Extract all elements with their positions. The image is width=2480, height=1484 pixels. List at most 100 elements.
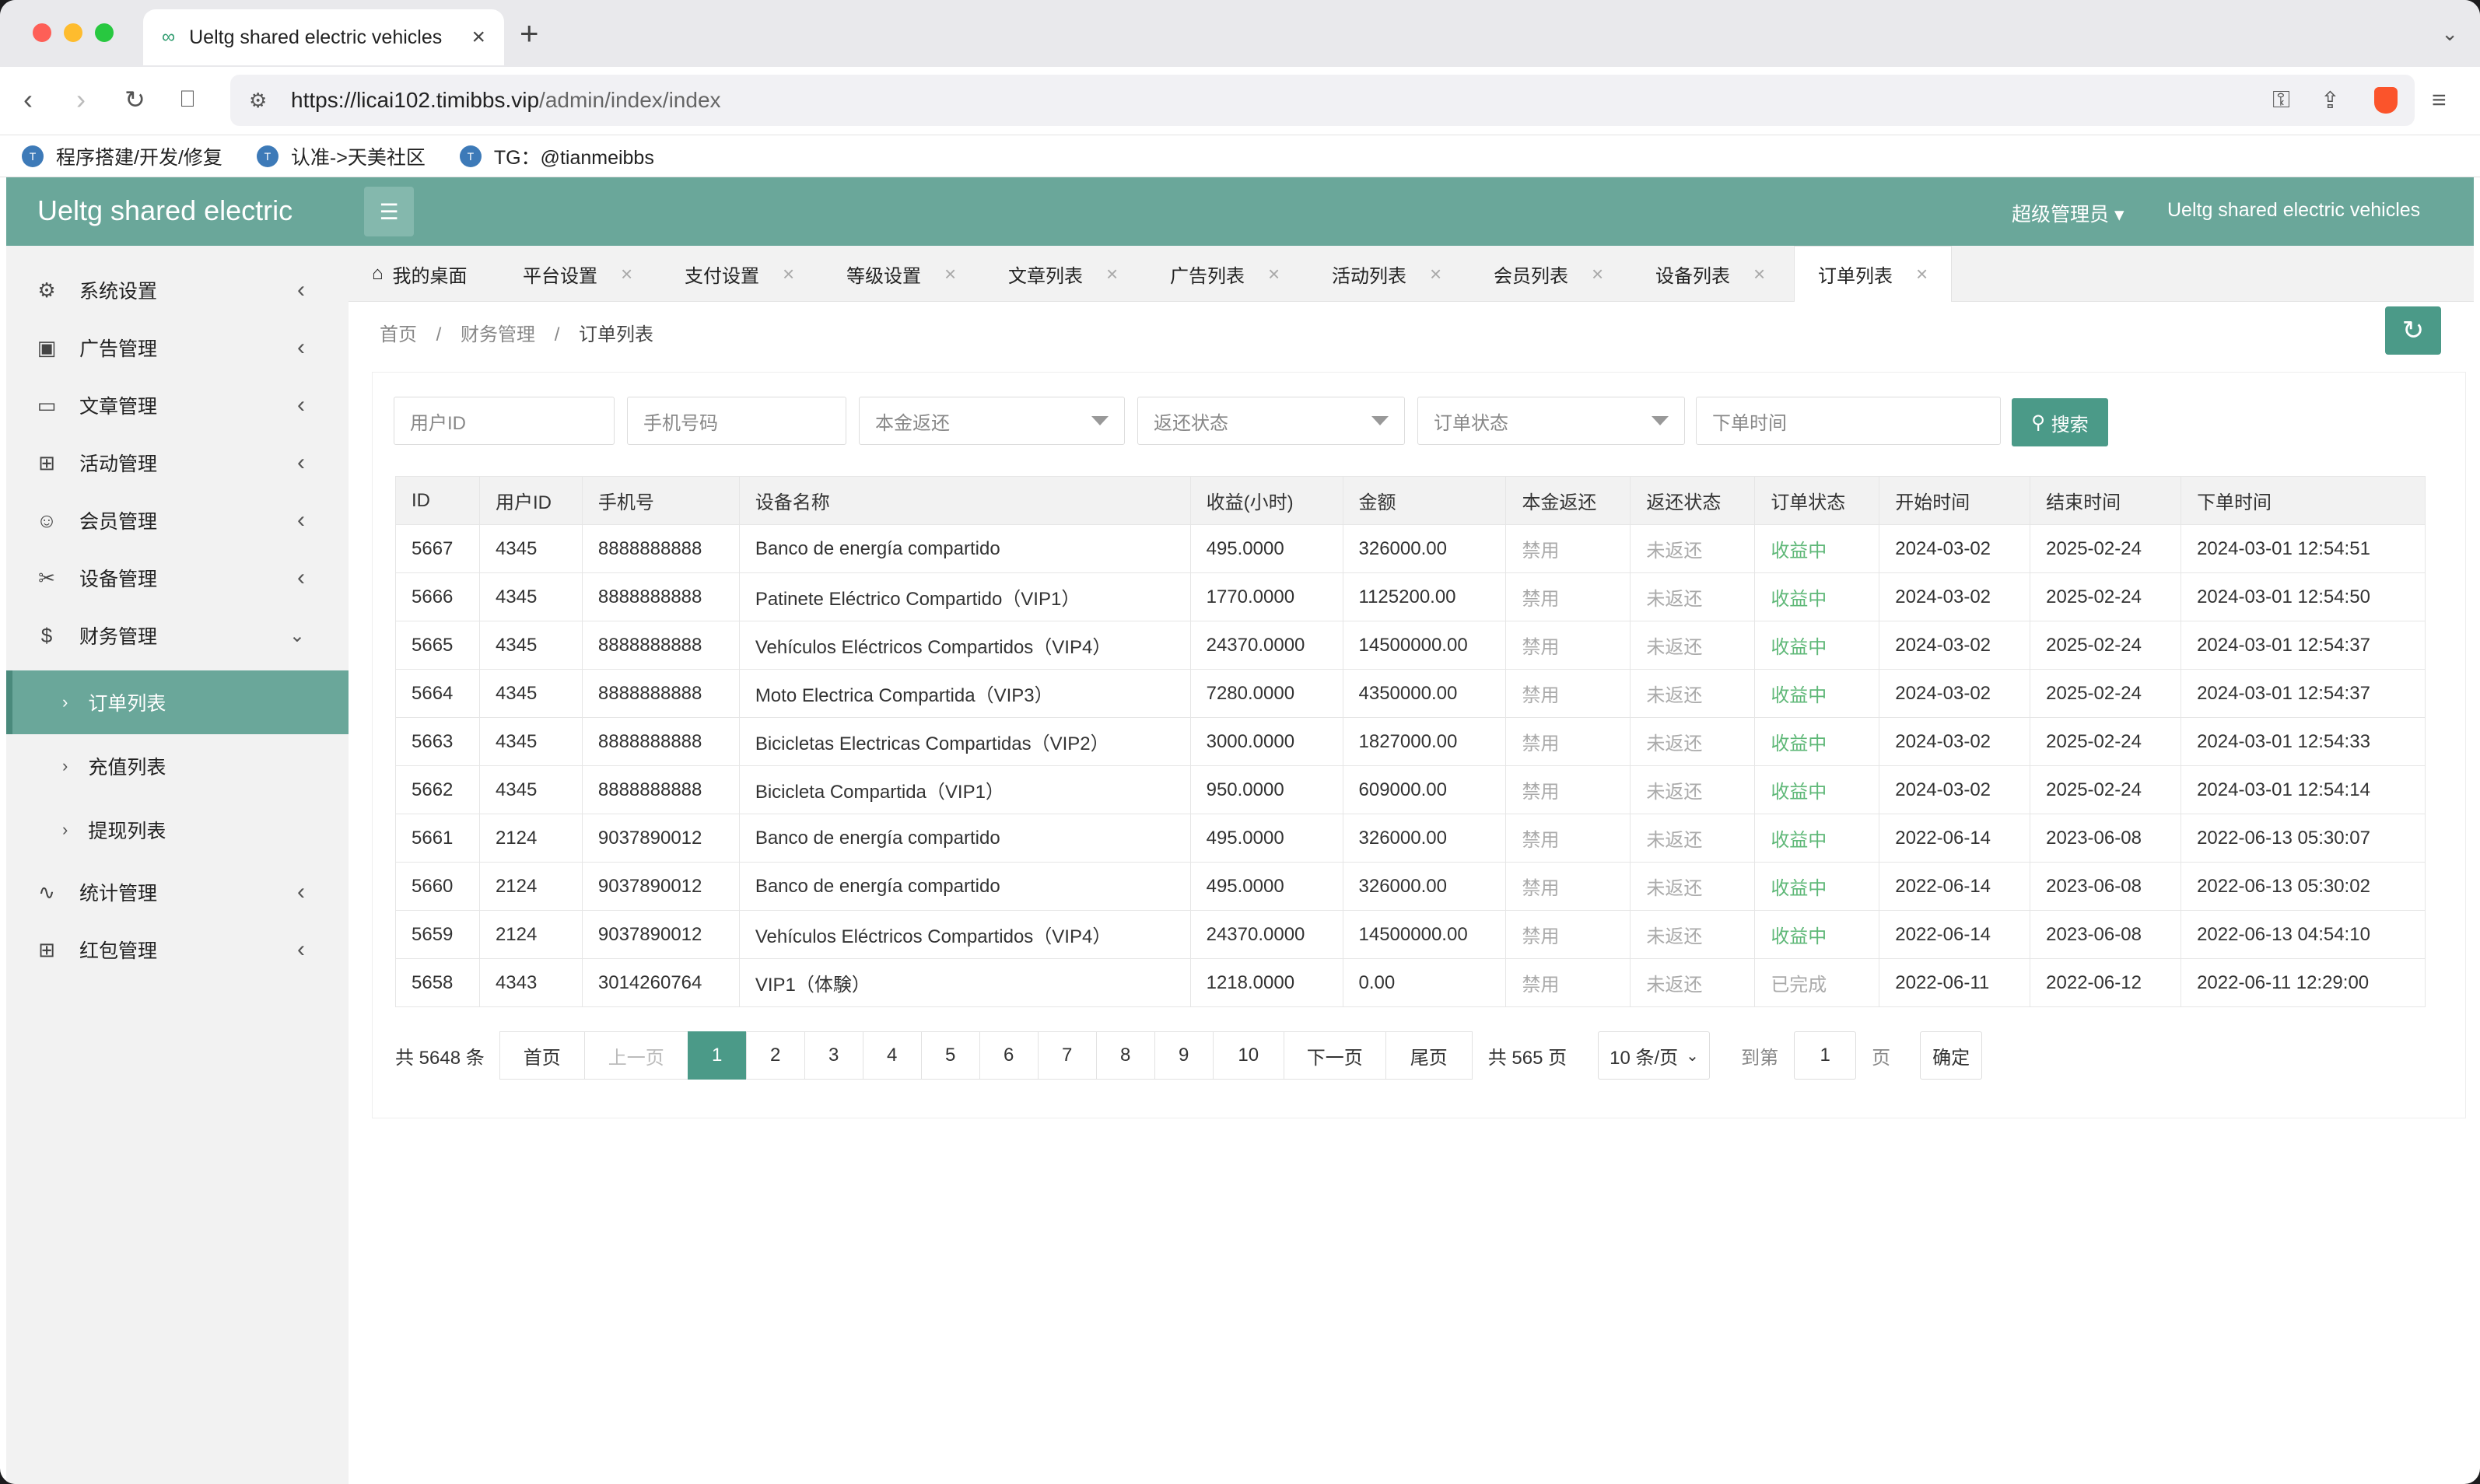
close-icon[interactable]: × [783, 262, 794, 286]
toggle-sidebar-button[interactable]: ☰ [364, 187, 414, 236]
pagination: 共 5648 条 首页 上一页 1 2 3 4 5 6 7 8 9 10 下一页 尾页 共 565… [395, 1031, 1983, 1080]
bookmark-icon[interactable]: ⎕ [180, 82, 194, 117]
goto-page-input[interactable]: 1 [1794, 1031, 1857, 1080]
page-number-button[interactable]: 7 [1037, 1031, 1097, 1080]
confirm-page-button[interactable]: 确定 [1920, 1031, 1983, 1080]
table-cell: 2025-02-24 [2030, 572, 2182, 621]
page-number-button[interactable]: 6 [979, 1031, 1039, 1080]
sidebar-subitem-recharge[interactable]: › 充值列表 [6, 734, 349, 798]
phone-input[interactable]: 手机号码 [627, 397, 846, 445]
table-cell: 收益中 [1754, 572, 1880, 621]
next-page-button[interactable]: 下一页 [1283, 1031, 1386, 1080]
page-number-button[interactable]: 2 [745, 1031, 805, 1080]
tab-ad-list[interactable]: 广告列表 × [1170, 246, 1280, 302]
table-cell: 禁用 [1505, 814, 1631, 863]
tab-activity-list[interactable]: 活动列表 × [1332, 246, 1441, 302]
sidebar-subitem-withdraw[interactable]: › 提现列表 [6, 798, 349, 862]
order-time-input[interactable]: 下单时间 [1696, 397, 2001, 445]
sidebar-item-ads[interactable]: ▣ 广告管理 ‹ [6, 319, 349, 376]
sidebar-subitem-orders[interactable]: › 订单列表 [6, 670, 349, 734]
page-number-button[interactable]: 1 [687, 1031, 747, 1080]
table-cell: 2022-06-13 04:54:10 [2181, 910, 2426, 959]
table-cell: 未返还 [1630, 572, 1756, 621]
close-icon[interactable]: × [1106, 262, 1118, 286]
tab-order-list[interactable]: 订单列表 × [1794, 246, 1953, 302]
table-cell: Vehículos Eléctricos Compartidos（VIP4） [738, 910, 1191, 959]
breadcrumb: 首页 / 财务管理 / 订单列表 [380, 324, 654, 345]
sidebar-item-redpacket[interactable]: ⊞ 红包管理 ‹ [6, 921, 349, 978]
tab-level-settings[interactable]: 等级设置 × [846, 246, 956, 302]
table-cell: 2124 [478, 910, 583, 959]
breadcrumb-home[interactable]: 首页 [380, 324, 417, 345]
site-name-link[interactable]: Ueltg shared electric vehicles [2167, 199, 2420, 222]
sidebar-item-members[interactable]: ☺ 会员管理 ‹ [6, 492, 349, 549]
brave-shield-icon[interactable] [2374, 87, 2398, 114]
page-number-button[interactable]: 4 [862, 1031, 922, 1080]
bookmark-item[interactable]: T 认准->天美社区 [256, 142, 426, 170]
forward-arrow-icon[interactable]: › [76, 82, 86, 117]
principal-return-select[interactable]: 本金返还 [859, 397, 1125, 445]
address-bar[interactable]: ⚙ https://licai102.timibbs.vip/admin/ind… [230, 75, 2415, 126]
close-icon[interactable]: × [944, 262, 956, 286]
table-cell: 2024-03-02 [1879, 572, 2031, 621]
search-button[interactable]: ⚲ 搜索 [2012, 398, 2108, 446]
tab-platform-settings[interactable]: 平台设置 × [523, 246, 632, 302]
home-icon: ⌂ [372, 263, 384, 284]
bookmark-item[interactable]: T 程序搭建/开发/修复 [22, 142, 222, 170]
last-page-button[interactable]: 尾页 [1385, 1031, 1473, 1080]
reload-icon[interactable]: ↻ [124, 82, 145, 117]
sidebar-item-finance[interactable]: $ 财务管理 ⌄ [6, 607, 349, 664]
close-window-button[interactable] [33, 23, 51, 42]
breadcrumb-finance[interactable]: 财务管理 [461, 324, 535, 345]
user-menu[interactable]: 超级管理员 ▾ [2012, 199, 2124, 227]
return-status-select[interactable]: 返还状态 [1137, 397, 1405, 445]
prev-page-button[interactable]: 上一页 [583, 1031, 688, 1080]
tab-payment-settings[interactable]: 支付设置 × [685, 246, 794, 302]
zoom-window-button[interactable] [95, 23, 114, 42]
close-icon[interactable]: × [621, 262, 632, 286]
page-number-button[interactable]: 9 [1154, 1031, 1214, 1080]
sidebar-item-system[interactable]: ⚙ 系统设置 ‹ [6, 261, 349, 319]
sidebar-item-articles[interactable]: ▭ 文章管理 ‹ [6, 376, 349, 434]
user-id-input[interactable]: 用户ID [394, 397, 615, 445]
order-status-select[interactable]: 订单状态 [1417, 397, 1685, 445]
page-number-button[interactable]: 5 [920, 1031, 980, 1080]
page-number-button[interactable]: 3 [804, 1031, 863, 1080]
bookmark-item[interactable]: T TG：@tianmeibbs [459, 142, 654, 170]
close-tab-icon[interactable]: × [471, 24, 485, 51]
close-icon[interactable]: × [1916, 262, 1928, 286]
page-number-button[interactable]: 8 [1095, 1031, 1155, 1080]
close-icon[interactable]: × [1430, 262, 1441, 286]
tab-device-list[interactable]: 设备列表 × [1655, 246, 1765, 302]
table-cell: 9037890012 [581, 862, 740, 911]
sidebar-item-devices[interactable]: ✂ 设备管理 ‹ [6, 549, 349, 607]
refresh-button[interactable]: ↻ [2385, 306, 2441, 355]
page-number-button[interactable]: 10 [1212, 1031, 1284, 1080]
key-icon[interactable]: ⚿ [2272, 87, 2290, 114]
page-size-select[interactable]: 10 条/页 ⌄ [1598, 1031, 1711, 1080]
table-cell: 5667 [395, 524, 480, 573]
close-icon[interactable]: × [1753, 262, 1765, 286]
share-icon[interactable]: ⇪ [2321, 87, 2340, 114]
site-settings-icon[interactable]: ⚙ [249, 89, 267, 113]
sidebar-item-activities[interactable]: ⊞ 活动管理 ‹ [6, 434, 349, 492]
table-cell: 禁用 [1505, 910, 1631, 959]
tab-member-list[interactable]: 会员列表 × [1494, 246, 1603, 302]
close-icon[interactable]: × [1268, 262, 1280, 286]
tab-article-list[interactable]: 文章列表 × [1008, 246, 1118, 302]
table-cell: 14500000.00 [1342, 621, 1507, 670]
table-cell: 8888888888 [581, 717, 740, 766]
tab-list-chevron-icon[interactable]: ⌄ [2441, 22, 2458, 46]
sidebar-item-statistics[interactable]: ∿ 统计管理 ‹ [6, 863, 349, 921]
menu-icon[interactable]: ≡ [2432, 82, 2447, 117]
minimize-window-button[interactable] [64, 23, 82, 42]
close-icon[interactable]: × [1592, 262, 1603, 286]
tab-desktop[interactable]: ⌂ 我的桌面 [372, 246, 468, 302]
table-cell: Patinete Eléctrico Compartido（VIP1） [738, 572, 1191, 621]
new-tab-button[interactable]: + [520, 14, 539, 53]
image-icon: ▣ [37, 335, 57, 359]
first-page-button[interactable]: 首页 [499, 1031, 585, 1080]
back-arrow-icon[interactable]: ‹ [23, 82, 33, 117]
column-header: 设备名称 [738, 476, 1191, 525]
browser-tab[interactable]: ∞ Ueltg shared electric vehicles × [143, 9, 504, 65]
